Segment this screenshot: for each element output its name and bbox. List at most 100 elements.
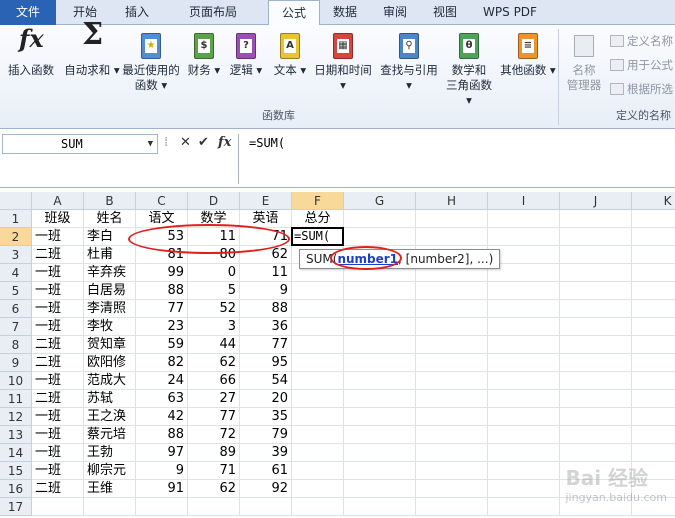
cell-b8[interactable]: 贺知章 — [84, 336, 136, 354]
cell-b2[interactable]: 李白 — [84, 228, 136, 246]
cell-i16[interactable] — [488, 480, 560, 498]
cell-j2[interactable] — [560, 228, 632, 246]
cell-j14[interactable] — [560, 444, 632, 462]
cell-f1[interactable]: 总分 — [292, 210, 344, 228]
cell-h14[interactable] — [416, 444, 488, 462]
cell-e6[interactable]: 88 — [240, 300, 292, 318]
cell-c6[interactable]: 77 — [136, 300, 188, 318]
cell-b9[interactable]: 欧阳修 — [84, 354, 136, 372]
cell-a1[interactable]: 班级 — [32, 210, 84, 228]
create-from-selection-button[interactable]: 根据所选 — [610, 81, 673, 98]
cell-d15[interactable]: 71 — [188, 462, 240, 480]
text-button[interactable]: A 文本 ▾ — [272, 31, 308, 78]
cell-e15[interactable]: 61 — [240, 462, 292, 480]
cell-c1[interactable]: 语文 — [136, 210, 188, 228]
cell-e13[interactable]: 79 — [240, 426, 292, 444]
cell-g13[interactable] — [344, 426, 416, 444]
cell-d8[interactable]: 44 — [188, 336, 240, 354]
cell-b14[interactable]: 王勃 — [84, 444, 136, 462]
cell-d11[interactable]: 27 — [188, 390, 240, 408]
cell-f11[interactable] — [292, 390, 344, 408]
cell-j5[interactable] — [560, 282, 632, 300]
cell-g14[interactable] — [344, 444, 416, 462]
name-box[interactable]: SUM ▼ — [2, 134, 158, 154]
cell-b3[interactable]: 杜甫 — [84, 246, 136, 264]
cell-f10[interactable] — [292, 372, 344, 390]
cell-e16[interactable]: 92 — [240, 480, 292, 498]
tooltip-current-arg[interactable]: number1 — [337, 252, 398, 266]
cell-d12[interactable]: 77 — [188, 408, 240, 426]
tab-data[interactable]: 数据 — [320, 0, 370, 25]
cell-d9[interactable]: 62 — [188, 354, 240, 372]
cell-f12[interactable] — [292, 408, 344, 426]
cell-f13[interactable] — [292, 426, 344, 444]
cell-c8[interactable]: 59 — [136, 336, 188, 354]
row-header-6[interactable]: 6 — [0, 300, 32, 318]
column-header-b[interactable]: B — [84, 192, 136, 210]
lookup-button[interactable]: ⚲ 查找与引用 ▾ — [376, 31, 442, 93]
resize-handle-icon[interactable]: ⁞ — [164, 135, 168, 150]
cell-a5[interactable]: 一班 — [32, 282, 84, 300]
cell-h17[interactable] — [416, 498, 488, 516]
cell-i8[interactable] — [488, 336, 560, 354]
cell-c11[interactable]: 63 — [136, 390, 188, 408]
select-all-corner[interactable] — [0, 192, 32, 210]
cell-j12[interactable] — [560, 408, 632, 426]
enter-icon[interactable]: ✔ — [198, 135, 209, 150]
cell-e2[interactable]: 71 — [240, 228, 292, 246]
cell-d6[interactable]: 52 — [188, 300, 240, 318]
datetime-button[interactable]: ▦ 日期和时间 ▾ — [310, 31, 376, 93]
cell-e8[interactable]: 77 — [240, 336, 292, 354]
cell-h11[interactable] — [416, 390, 488, 408]
cell-e14[interactable]: 39 — [240, 444, 292, 462]
cell-a8[interactable]: 二班 — [32, 336, 84, 354]
cell-j6[interactable] — [560, 300, 632, 318]
cell-b10[interactable]: 范成大 — [84, 372, 136, 390]
logic-button[interactable]: ? 逻辑 ▾ — [228, 31, 264, 78]
cell-c17[interactable] — [136, 498, 188, 516]
cell-a12[interactable]: 一班 — [32, 408, 84, 426]
cell-j9[interactable] — [560, 354, 632, 372]
column-header-d[interactable]: D — [188, 192, 240, 210]
row-header-8[interactable]: 8 — [0, 336, 32, 354]
cancel-icon[interactable]: ✕ — [180, 135, 191, 150]
cell-k9[interactable] — [632, 354, 675, 372]
tab-review[interactable]: 审阅 — [370, 0, 420, 25]
cell-d7[interactable]: 3 — [188, 318, 240, 336]
cell-f7[interactable] — [292, 318, 344, 336]
cell-g5[interactable] — [344, 282, 416, 300]
cell-c12[interactable]: 42 — [136, 408, 188, 426]
cell-c15[interactable]: 9 — [136, 462, 188, 480]
row-header-9[interactable]: 9 — [0, 354, 32, 372]
cell-d10[interactable]: 66 — [188, 372, 240, 390]
cell-c7[interactable]: 23 — [136, 318, 188, 336]
tab-view[interactable]: 视图 — [420, 0, 470, 25]
cell-k10[interactable] — [632, 372, 675, 390]
cell-a9[interactable]: 二班 — [32, 354, 84, 372]
cell-a6[interactable]: 一班 — [32, 300, 84, 318]
cell-k6[interactable] — [632, 300, 675, 318]
active-cell-editor[interactable]: =SUM( — [291, 227, 344, 246]
cell-a10[interactable]: 一班 — [32, 372, 84, 390]
cell-g1[interactable] — [344, 210, 416, 228]
tab-wps-pdf[interactable]: WPS PDF — [470, 0, 550, 25]
cell-h8[interactable] — [416, 336, 488, 354]
cell-j1[interactable] — [560, 210, 632, 228]
column-header-h[interactable]: H — [416, 192, 488, 210]
finance-button[interactable]: $ 财务 ▾ — [186, 31, 222, 78]
cell-g8[interactable] — [344, 336, 416, 354]
autosum-button[interactable]: Σ 自动求和 ▾ — [64, 20, 120, 78]
cell-c2[interactable]: 53 — [136, 228, 188, 246]
column-header-a[interactable]: A — [32, 192, 84, 210]
cell-j13[interactable] — [560, 426, 632, 444]
insert-function-button[interactable]: fx 插入函数 — [4, 27, 58, 78]
cell-g6[interactable] — [344, 300, 416, 318]
cell-j8[interactable] — [560, 336, 632, 354]
cell-c16[interactable]: 91 — [136, 480, 188, 498]
tab-insert[interactable]: 插入 — [112, 0, 162, 25]
cell-g15[interactable] — [344, 462, 416, 480]
cell-a3[interactable]: 二班 — [32, 246, 84, 264]
cell-k2[interactable] — [632, 228, 675, 246]
cell-c5[interactable]: 88 — [136, 282, 188, 300]
cell-f8[interactable] — [292, 336, 344, 354]
